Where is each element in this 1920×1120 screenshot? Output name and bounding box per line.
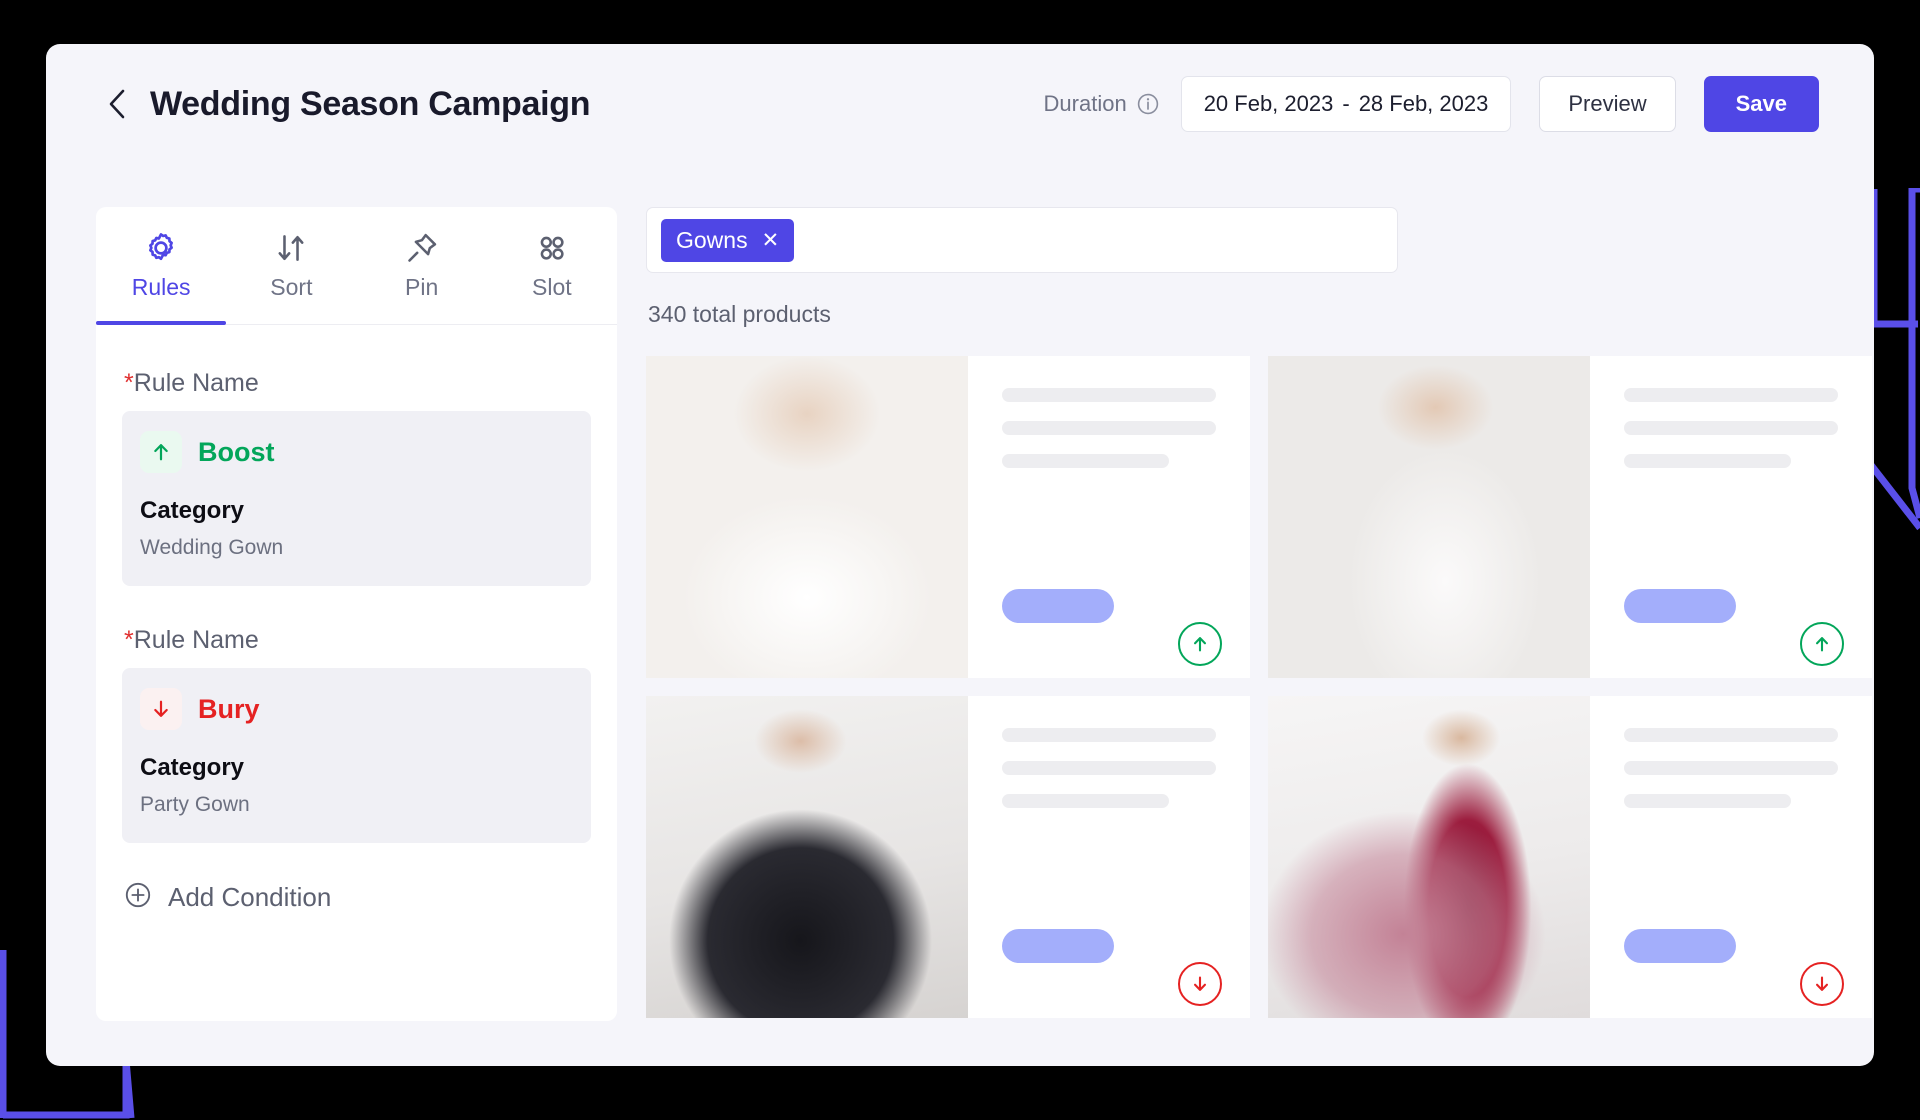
- product-details: [1590, 356, 1872, 678]
- required-mark: *: [124, 626, 134, 654]
- rule-name-label: *Rule Name: [124, 626, 591, 655]
- skeleton-line: [1624, 728, 1838, 742]
- skeleton-line: [1624, 794, 1791, 808]
- add-condition-button[interactable]: Add Condition: [124, 881, 591, 914]
- rule-action-label: Boost: [198, 436, 275, 467]
- product-image: [1268, 356, 1590, 678]
- tab-sort[interactable]: Sort: [226, 207, 356, 324]
- panel-tabs: Rules Sort Pin Slot: [96, 207, 617, 325]
- skeleton-line: [1002, 388, 1216, 402]
- skeleton-line: [1624, 421, 1838, 435]
- product-grid: [646, 356, 1872, 1018]
- products-content: Gowns ✕ 340 total products: [646, 207, 1872, 1036]
- tab-pin[interactable]: Pin: [357, 207, 487, 324]
- product-action-button[interactable]: [1002, 589, 1114, 623]
- app-window: Wedding Season Campaign Duration 20 Feb,…: [46, 44, 1874, 1066]
- rule-field-label: Category: [140, 497, 245, 524]
- chevron-left-icon: [109, 89, 125, 119]
- skeleton-line: [1624, 761, 1838, 775]
- filter-tag-label: Gowns: [676, 226, 748, 253]
- product-image: [646, 696, 968, 1018]
- rule-field-label: Category: [140, 754, 245, 781]
- arrow-down-circle-icon[interactable]: [1178, 962, 1222, 1006]
- product-card[interactable]: [1268, 356, 1872, 678]
- rule-field-value: Party Gown: [140, 793, 250, 816]
- arrow-up-icon: [140, 431, 182, 473]
- product-card[interactable]: [646, 696, 1250, 1018]
- tab-slot-label: Slot: [532, 273, 572, 300]
- pin-icon: [405, 231, 439, 265]
- product-card[interactable]: [646, 356, 1250, 678]
- tab-slot[interactable]: Slot: [487, 207, 617, 324]
- product-details: [968, 356, 1250, 678]
- close-icon[interactable]: ✕: [762, 230, 780, 251]
- rules-panel: Rules Sort Pin Slot *Rule Name Boost Cat…: [96, 207, 617, 1021]
- arrow-down-circle-icon[interactable]: [1800, 962, 1844, 1006]
- top-bar: Wedding Season Campaign Duration 20 Feb,…: [46, 44, 1874, 164]
- rule-name-text: Rule Name: [133, 626, 259, 654]
- date-separator: -: [1342, 91, 1350, 116]
- skeleton-line: [1002, 454, 1169, 468]
- rule-card-boost[interactable]: Boost Category Wedding Gown: [122, 411, 591, 586]
- add-condition-label: Add Condition: [168, 882, 332, 912]
- product-image: [1268, 696, 1590, 1018]
- product-details: [968, 696, 1250, 1018]
- product-details: [1590, 696, 1872, 1018]
- required-mark: *: [124, 369, 134, 397]
- tab-rules[interactable]: Rules: [96, 207, 227, 325]
- rule-field-value: Wedding Gown: [140, 536, 284, 559]
- product-card[interactable]: [1268, 696, 1872, 1018]
- skeleton-line: [1624, 454, 1791, 468]
- filter-tag-gowns[interactable]: Gowns ✕: [661, 218, 795, 262]
- arrow-down-icon: [140, 688, 182, 730]
- top-bar-actions: Duration 20 Feb, 2023 - 28 Feb, 2023 Pre…: [1044, 76, 1819, 132]
- date-start: 20 Feb, 2023: [1203, 91, 1334, 116]
- page-title: Wedding Season Campaign: [150, 84, 591, 123]
- rule-header: Boost: [140, 431, 573, 473]
- rule-action-label: Bury: [198, 693, 260, 724]
- back-button[interactable]: [102, 87, 132, 121]
- skeleton-line: [1002, 761, 1216, 775]
- product-action-button[interactable]: [1002, 929, 1114, 963]
- rule-name-text: Rule Name: [133, 369, 259, 397]
- save-button[interactable]: Save: [1703, 76, 1819, 132]
- rule-name-label: *Rule Name: [124, 369, 591, 398]
- product-action-button[interactable]: [1624, 589, 1736, 623]
- skeleton-line: [1002, 421, 1216, 435]
- skeleton-line: [1002, 794, 1169, 808]
- search-tag-field[interactable]: Gowns ✕: [646, 207, 1398, 273]
- preview-button[interactable]: Preview: [1539, 76, 1676, 132]
- product-image: [646, 356, 968, 678]
- skeleton-line: [1002, 728, 1216, 742]
- arrow-up-circle-icon[interactable]: [1178, 622, 1222, 666]
- skeleton-line: [1624, 388, 1838, 402]
- rule-card-bury[interactable]: Bury Category Party Gown: [122, 668, 591, 843]
- plus-circle-icon: [124, 881, 152, 914]
- tab-pin-label: Pin: [405, 273, 439, 300]
- grid-dots-icon: [535, 231, 569, 265]
- rules-body: *Rule Name Boost Category Wedding Gown *…: [96, 325, 617, 914]
- date-end: 28 Feb, 2023: [1358, 91, 1489, 116]
- gear-icon: [144, 231, 178, 265]
- sort-arrows-icon: [274, 231, 308, 265]
- tab-rules-label: Rules: [131, 273, 191, 300]
- arrow-up-circle-icon[interactable]: [1800, 622, 1844, 666]
- duration-date-range-field[interactable]: 20 Feb, 2023 - 28 Feb, 2023: [1180, 76, 1512, 132]
- total-products-count: 340 total products: [648, 301, 831, 327]
- product-action-button[interactable]: [1624, 929, 1736, 963]
- rule-header: Bury: [140, 688, 573, 730]
- tab-sort-label: Sort: [270, 273, 313, 300]
- duration-label: Duration: [1043, 91, 1127, 116]
- info-icon[interactable]: [1137, 93, 1159, 115]
